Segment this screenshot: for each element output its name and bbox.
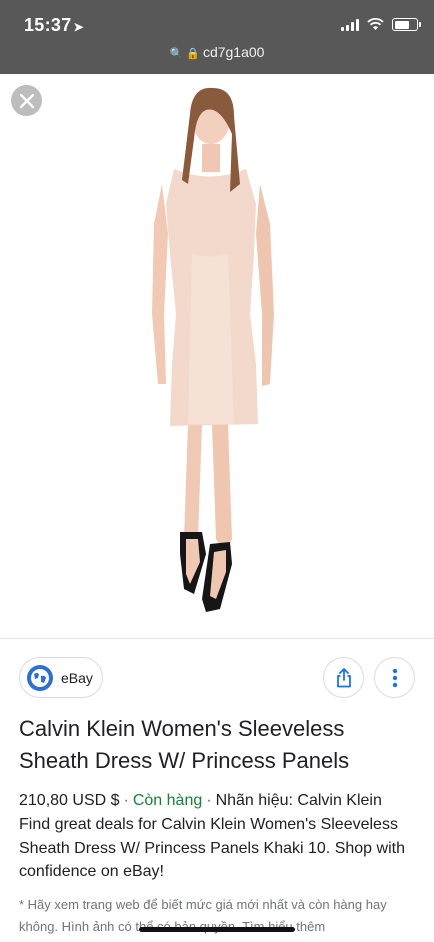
browser-top-bar: 15:37 ➤ 🔍 🔒 cd7g1a00 xyxy=(0,0,434,74)
home-indicator[interactable] xyxy=(139,927,295,932)
signal-icon xyxy=(341,18,359,31)
availability-badge: Còn hàng xyxy=(132,792,203,809)
divider xyxy=(0,638,434,639)
location-arrow-icon: ➤ xyxy=(73,20,84,34)
battery-icon xyxy=(392,18,421,31)
status-icons xyxy=(341,18,421,31)
separator-dot: · xyxy=(123,792,129,809)
search-icon: 🔍 xyxy=(169,48,184,60)
product-brand: Nhãn hiệu: Calvin Klein xyxy=(215,792,382,809)
product-description: Find great deals for Calvin Klein Women'… xyxy=(19,816,405,880)
close-icon xyxy=(19,93,34,108)
url-text[interactable]: cd7g1a00 xyxy=(203,44,265,60)
source-chip[interactable]: eBay xyxy=(19,657,103,698)
close-button[interactable] xyxy=(11,85,42,116)
product-meta: 210,80 USD $ · Còn hàng · Nhãn hiệu: Calvin … xyxy=(19,790,419,812)
status-time-text: 15:37 xyxy=(24,15,72,35)
lock-icon: 🔒 xyxy=(186,48,200,60)
product-image[interactable] xyxy=(110,84,330,638)
status-time: 15:37 ➤ xyxy=(24,15,84,36)
share-icon xyxy=(336,667,351,687)
more-vertical-icon xyxy=(392,668,397,687)
wifi-icon xyxy=(367,18,384,30)
share-button[interactable] xyxy=(323,657,364,698)
url-bar[interactable]: 🔍 🔒 cd7g1a00 xyxy=(0,44,434,60)
separator-dot: · xyxy=(206,792,212,809)
product-title[interactable]: Calvin Klein Women's Sleeveless Sheath D… xyxy=(19,713,419,777)
product-price: 210,80 USD $ xyxy=(19,792,120,809)
globe-icon xyxy=(27,664,53,691)
more-options-button[interactable] xyxy=(374,657,415,698)
product-image-viewer xyxy=(0,74,434,638)
source-name: eBay xyxy=(61,669,93,686)
